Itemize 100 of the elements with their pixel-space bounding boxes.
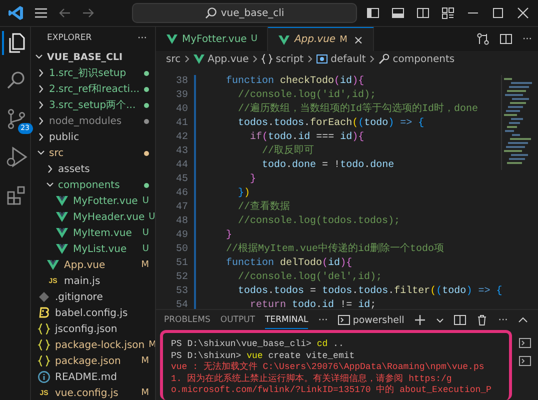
- line-number: 43: [174, 145, 188, 159]
- tree-item[interactable]: MyItem.vue U: [31, 225, 155, 241]
- more-actions[interactable]: ···: [318, 314, 328, 326]
- more-actions[interactable]: ···: [522, 34, 532, 44]
- line-number: 50: [174, 243, 188, 257]
- tree-item[interactable]: public: [31, 129, 155, 145]
- breadcrumb-item[interactable]: script: [260, 53, 304, 65]
- more-actions[interactable]: ···: [498, 314, 508, 326]
- code-line: //console.log('del',id);: [237, 271, 384, 285]
- line-number: 49: [174, 229, 188, 243]
- tree-item[interactable]: MyHeader.vue U: [31, 209, 155, 225]
- tree-item[interactable]: node_modules: [31, 113, 155, 129]
- panel-tab[interactable]: OUTPUT: [220, 312, 256, 328]
- code-line: function delTodo(id){: [225, 257, 354, 271]
- code-line: //取反即可: [261, 145, 316, 159]
- chevron-right-icon: [252, 54, 258, 64]
- sidebar-layout-icon[interactable]: [366, 6, 380, 20]
- line-number: 46: [174, 187, 188, 201]
- tree-item[interactable]: 3.src_setup两个...: [31, 97, 155, 113]
- braces-icon: [37, 354, 51, 368]
- module-icon: [316, 53, 328, 65]
- code-line: //遍历数组，当数组项的Id等于勾选项的Id时，done: [237, 103, 480, 117]
- breadcrumb-item[interactable]: App.vue: [192, 53, 249, 65]
- vue-icon: [55, 226, 69, 240]
- tree-item[interactable]: 2.src_ref和reacti...: [31, 81, 155, 97]
- trash-icon[interactable]: [476, 314, 488, 326]
- split-editor-icon[interactable]: [499, 32, 514, 46]
- split-layout-icon[interactable]: [416, 6, 430, 20]
- line-number: 40: [174, 103, 188, 117]
- tree-item[interactable]: 1.src_初识setup: [31, 65, 155, 81]
- tree-item[interactable]: MyFotter.vue U: [31, 193, 155, 209]
- tree-item[interactable]: components: [31, 177, 155, 193]
- grid-layout-icon[interactable]: [441, 6, 455, 20]
- forward-arrow-icon[interactable]: [81, 6, 95, 20]
- panel-layout-icon[interactable]: [391, 6, 405, 20]
- vue-icon: [278, 34, 290, 46]
- maximize-icon[interactable]: [491, 6, 505, 20]
- code-line: //根据MyItem.vue中传递的id删除一个todo项: [225, 243, 446, 257]
- editor-tab[interactable]: App.vue M ×: [268, 27, 374, 51]
- code-line: return todo.id != id;: [249, 299, 378, 309]
- line-number: 52: [174, 271, 188, 285]
- diamond-icon: [37, 290, 51, 304]
- breadcrumb-item[interactable]: components: [378, 53, 455, 65]
- terminal-icon: [338, 314, 350, 326]
- code-line: todos.todos.forEach((todo) => {: [237, 117, 426, 131]
- chevron-right-icon: [184, 54, 190, 64]
- tree-item[interactable]: App.vue M: [31, 257, 155, 273]
- line-number: 47: [174, 201, 188, 215]
- code-line: todos.todos = todos.todos.filter((todo) => {: [237, 285, 501, 299]
- chevron-right-icon: [46, 164, 54, 174]
- back-arrow-icon[interactable]: [58, 6, 72, 20]
- tree-item[interactable]: .gitignore: [31, 289, 155, 305]
- panel-tab[interactable]: PROBLEMS: [164, 312, 210, 328]
- terminal-icon[interactable]: [518, 354, 532, 368]
- breadcrumb-item[interactable]: default: [316, 53, 366, 65]
- panel-title: EXPLORER: [47, 33, 92, 43]
- tree-item[interactable]: src: [31, 145, 155, 161]
- tree-item[interactable]: assets: [31, 161, 155, 177]
- git-status: M: [141, 260, 149, 270]
- line-number: 54: [174, 299, 188, 309]
- terminal-line: o.microsoft.com/fwlink/?LinkID=135170 中的 about_Execution_P: [171, 385, 492, 396]
- tree-item[interactable]: package.json M: [31, 353, 155, 369]
- tree-item[interactable]: jsconfig.json: [31, 321, 155, 337]
- line-number: 51: [174, 257, 188, 271]
- code-line: if(todo.id === id){: [249, 131, 366, 145]
- code-line: todo.done = !todo.done: [261, 159, 396, 173]
- plus-icon[interactable]: [414, 314, 426, 326]
- close-tab-button[interactable]: ×: [353, 32, 364, 46]
- code-line: }): [237, 187, 252, 200]
- tree-item[interactable]: MyList.vue U: [31, 241, 155, 257]
- tree-item[interactable]: README.md: [31, 369, 155, 385]
- line-number: 42: [174, 131, 188, 145]
- breadcrumb-item[interactable]: src: [166, 54, 181, 64]
- braces-icon: [260, 53, 273, 65]
- compare-changes-icon[interactable]: [476, 32, 490, 46]
- git-status: U: [142, 228, 149, 238]
- git-status: M: [141, 388, 149, 398]
- line-number: 41: [174, 117, 188, 131]
- terminal-icon[interactable]: [518, 336, 532, 350]
- git-status: U: [142, 196, 149, 206]
- chevron-right-icon: [368, 54, 375, 64]
- close-icon[interactable]: [516, 6, 530, 20]
- panel-tab[interactable]: TERMINAL: [265, 312, 308, 328]
- more-actions[interactable]: ···: [137, 32, 147, 44]
- vue-icon: [55, 210, 69, 224]
- tree-item[interactable]: VUE_BASE_CLI: [31, 49, 155, 65]
- git-status: M: [141, 356, 149, 366]
- tree-item[interactable]: babel.config.js: [31, 305, 155, 321]
- line-number: 53: [174, 285, 188, 299]
- terminal-selector[interactable]: powershell: [338, 314, 404, 326]
- vue-icon: [55, 194, 69, 208]
- braces-icon: [37, 338, 51, 352]
- chevron-right-icon: [306, 54, 313, 64]
- line-number: 48: [174, 215, 188, 229]
- line-number: 38: [174, 75, 188, 89]
- command-search-field[interactable]: vue_base_cli: [132, 3, 357, 23]
- split-terminal-icon[interactable]: [454, 314, 466, 326]
- search-icon: [204, 7, 217, 19]
- vue-icon: [55, 242, 69, 256]
- line-number: 39: [174, 89, 188, 103]
